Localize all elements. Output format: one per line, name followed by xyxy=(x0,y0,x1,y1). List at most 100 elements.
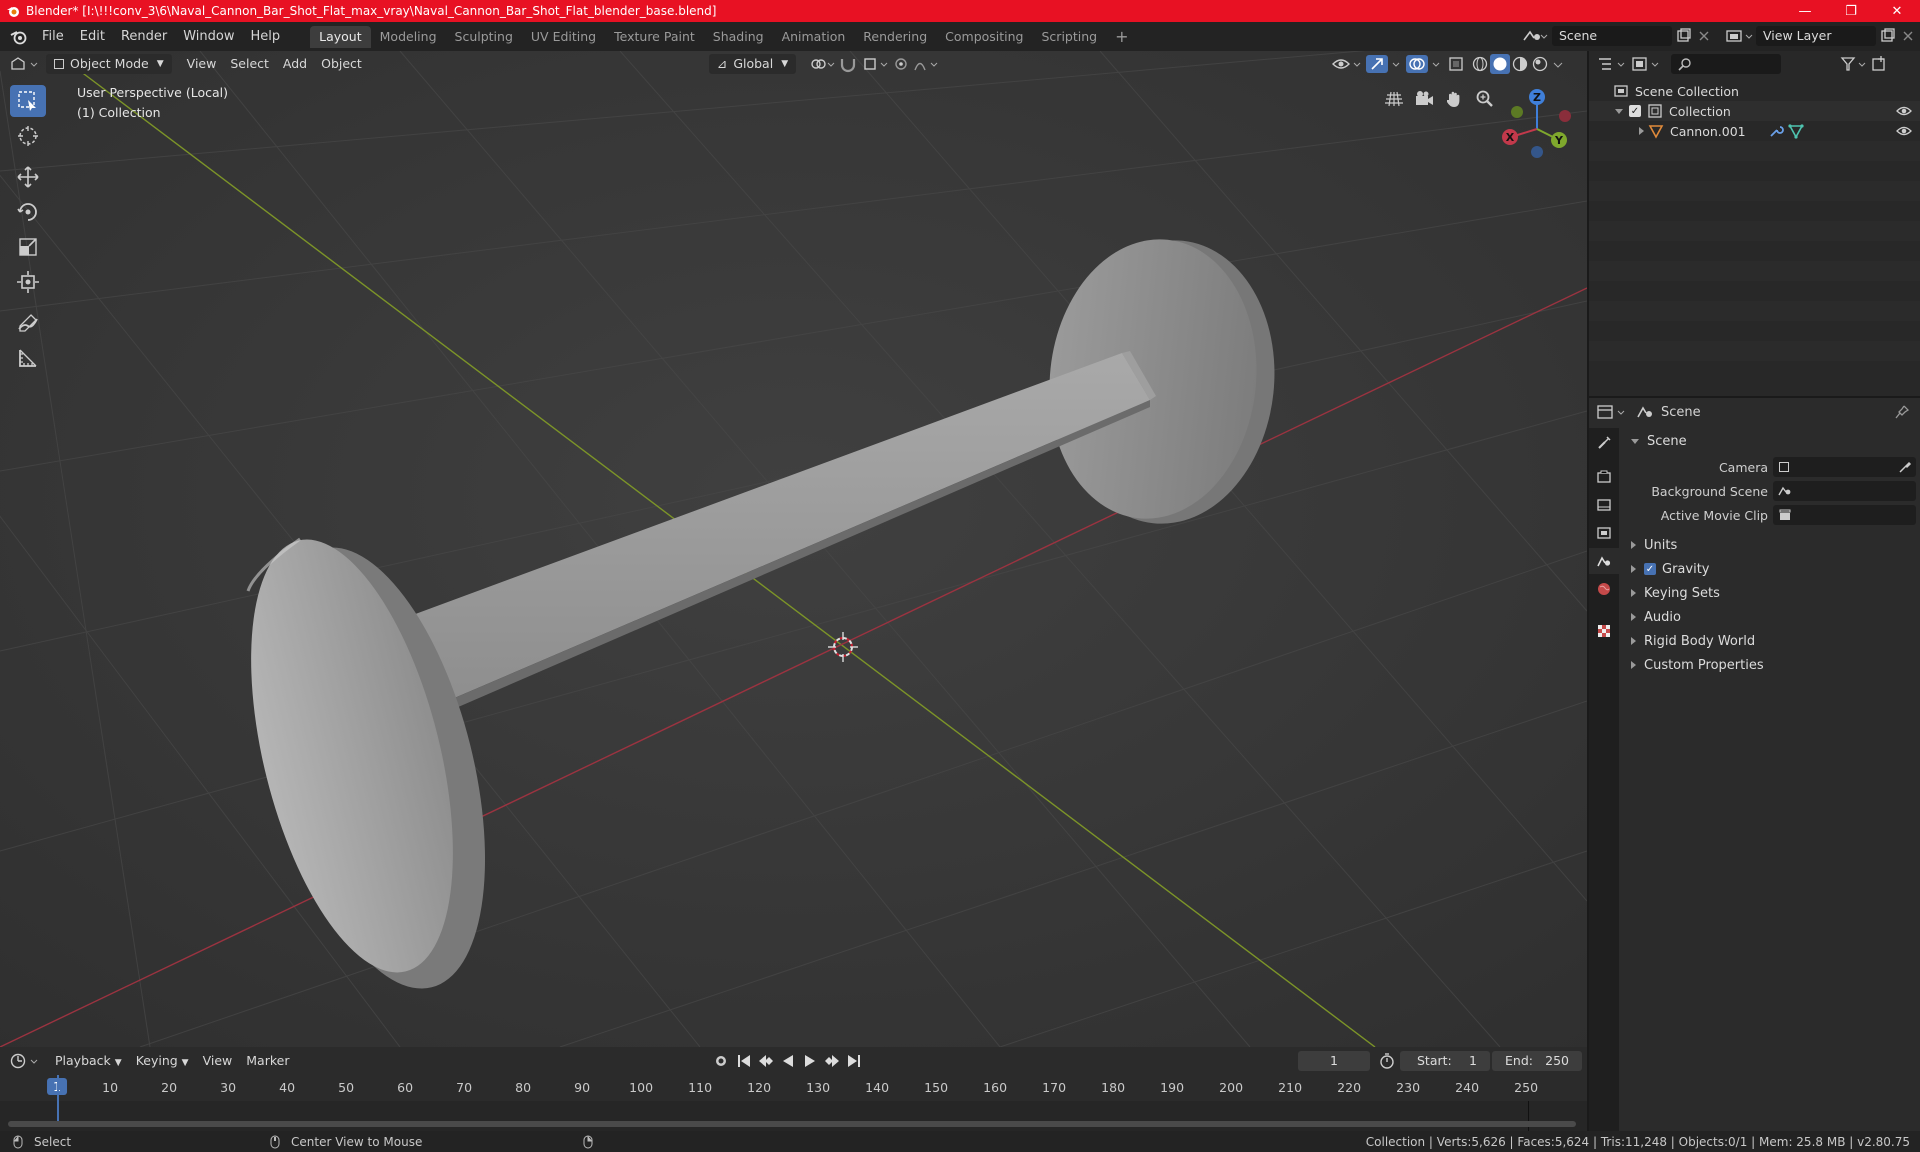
gravity-panel-header[interactable]: ✓ Gravity xyxy=(1625,558,1920,580)
scene-panel-header[interactable]: Scene xyxy=(1625,430,1920,452)
measure-tool[interactable] xyxy=(10,342,46,374)
tab-sculpting[interactable]: Sculpting xyxy=(446,26,522,48)
tab-view-layer[interactable] xyxy=(1589,520,1619,546)
remove-scene-icon[interactable] xyxy=(1694,26,1714,46)
menu-help[interactable]: Help xyxy=(243,26,289,48)
outliner-search-input[interactable] xyxy=(1671,54,1781,74)
view-layer-field[interactable]: View Layer xyxy=(1756,26,1876,46)
pan-view-button[interactable] xyxy=(1440,85,1468,113)
camera-field[interactable] xyxy=(1773,457,1916,477)
close-button[interactable]: ✕ xyxy=(1874,0,1920,22)
previous-keyframe-icon[interactable] xyxy=(756,1051,776,1071)
tab-texture[interactable] xyxy=(1589,618,1619,644)
tab-animation[interactable]: Animation xyxy=(773,26,855,48)
object-mode-dropdown[interactable]: Object Mode ▼ xyxy=(46,54,172,74)
custom-properties-panel-header[interactable]: Custom Properties xyxy=(1625,654,1920,676)
menu-view[interactable]: View xyxy=(180,54,224,74)
tab-scripting[interactable]: Scripting xyxy=(1033,26,1107,48)
menu-edit[interactable]: Edit xyxy=(72,26,113,48)
zoom-view-button[interactable] xyxy=(1470,85,1498,113)
tab-compositing[interactable]: Compositing xyxy=(936,26,1032,48)
tab-render[interactable] xyxy=(1589,464,1619,490)
menu-object[interactable]: Object xyxy=(314,54,369,74)
menu-timeline-view[interactable]: View xyxy=(196,1051,240,1071)
view-layer-icon[interactable] xyxy=(1722,26,1756,46)
jump-start-icon[interactable] xyxy=(734,1051,754,1071)
menu-marker[interactable]: Marker xyxy=(239,1051,296,1071)
background-scene-field[interactable] xyxy=(1773,481,1916,501)
editor-type-icon[interactable] xyxy=(8,54,42,74)
rendered-shading-icon[interactable] xyxy=(1530,54,1550,74)
start-frame-field[interactable]: Start: 1 xyxy=(1400,1051,1490,1071)
menu-file[interactable]: File xyxy=(34,26,72,48)
collection-checkbox[interactable]: ✓ xyxy=(1629,105,1641,117)
blender-menu-icon[interactable] xyxy=(4,26,34,48)
select-box-tool[interactable] xyxy=(10,85,46,117)
transform-tool[interactable] xyxy=(10,266,46,298)
mesh-data-icon[interactable] xyxy=(1788,123,1804,139)
outliner-editor-type-icon[interactable] xyxy=(1595,54,1629,74)
maximize-button[interactable]: ❐ xyxy=(1828,0,1874,22)
expand-arrow-icon[interactable] xyxy=(1639,127,1644,135)
tab-output[interactable] xyxy=(1589,492,1619,518)
annotate-tool[interactable] xyxy=(10,307,46,339)
timeline-ruler[interactable]: 1102030405060708090100110120130140150160… xyxy=(0,1075,1587,1101)
menu-window[interactable]: Window xyxy=(175,26,242,48)
wireframe-shading-icon[interactable] xyxy=(1470,54,1490,74)
tab-rendering[interactable]: Rendering xyxy=(854,26,936,48)
menu-add[interactable]: Add xyxy=(276,54,314,74)
scene-field[interactable]: Scene xyxy=(1552,26,1672,46)
current-frame-field[interactable]: 1 xyxy=(1298,1051,1370,1071)
new-scene-icon[interactable] xyxy=(1672,26,1694,46)
tab-uv-editing[interactable]: UV Editing xyxy=(522,26,605,48)
new-collection-icon[interactable] xyxy=(1869,54,1889,74)
end-frame-field[interactable]: End: 250 xyxy=(1492,1051,1582,1071)
solid-shading-icon[interactable] xyxy=(1490,54,1510,74)
active-movie-clip-field[interactable] xyxy=(1773,505,1916,525)
scale-tool[interactable] xyxy=(10,231,46,263)
cursor-tool[interactable] xyxy=(10,120,46,152)
display-mode-icon[interactable] xyxy=(1629,54,1663,74)
snap-icon[interactable] xyxy=(836,54,860,74)
gizmo-toggle-icon[interactable] xyxy=(1364,54,1404,74)
preview-range-icon[interactable] xyxy=(1376,1051,1398,1071)
eyedropper-icon[interactable] xyxy=(1898,460,1912,474)
properties-editor-type-icon[interactable] xyxy=(1595,402,1629,422)
collapse-arrow-icon[interactable] xyxy=(1615,108,1623,114)
new-view-layer-icon[interactable] xyxy=(1876,26,1898,46)
rotate-tool[interactable] xyxy=(10,196,46,228)
snap-target-icon[interactable] xyxy=(860,54,890,74)
record-icon[interactable] xyxy=(710,1051,732,1071)
toggle-grid-button[interactable] xyxy=(1380,85,1408,113)
shading-options-icon[interactable] xyxy=(1550,54,1566,74)
transform-orientation-dropdown[interactable]: ⊿ Global ▼ xyxy=(708,54,797,74)
menu-keying[interactable]: Keying ▼ xyxy=(129,1051,196,1071)
material-shading-icon[interactable] xyxy=(1510,54,1530,74)
outliner-row-scene-collection[interactable]: Scene Collection xyxy=(1589,81,1920,101)
pin-icon[interactable] xyxy=(1894,404,1910,420)
outliner-row-collection[interactable]: ✓ Collection xyxy=(1589,101,1920,121)
play-reverse-icon[interactable] xyxy=(778,1051,798,1071)
proportional-falloff-icon[interactable] xyxy=(912,54,942,74)
camera-view-button[interactable] xyxy=(1410,85,1438,113)
add-workspace-button[interactable]: + xyxy=(1106,26,1137,48)
tab-world[interactable] xyxy=(1589,576,1619,602)
gravity-checkbox[interactable]: ✓ xyxy=(1644,563,1656,575)
menu-playback[interactable]: Playback ▼ xyxy=(48,1051,129,1071)
xray-toggle-icon[interactable] xyxy=(1444,54,1470,74)
tab-modeling[interactable]: Modeling xyxy=(371,26,446,48)
filter-icon[interactable] xyxy=(1839,54,1869,74)
play-icon[interactable] xyxy=(800,1051,820,1071)
tab-layout[interactable]: Layout xyxy=(310,25,371,48)
tab-tool[interactable] xyxy=(1589,430,1619,456)
tab-scene[interactable] xyxy=(1589,548,1619,574)
tab-shading[interactable]: Shading xyxy=(704,26,773,48)
remove-view-layer-icon[interactable] xyxy=(1898,26,1920,46)
jump-end-icon[interactable] xyxy=(844,1051,864,1071)
units-panel-header[interactable]: Units xyxy=(1625,534,1920,556)
timeline-editor-type-icon[interactable] xyxy=(8,1051,42,1071)
proportional-editing-icon[interactable] xyxy=(890,54,912,74)
menu-render[interactable]: Render xyxy=(113,26,175,48)
outliner-row-cannon[interactable]: Cannon.001 xyxy=(1589,121,1920,141)
visibility-icon[interactable] xyxy=(1330,54,1364,74)
